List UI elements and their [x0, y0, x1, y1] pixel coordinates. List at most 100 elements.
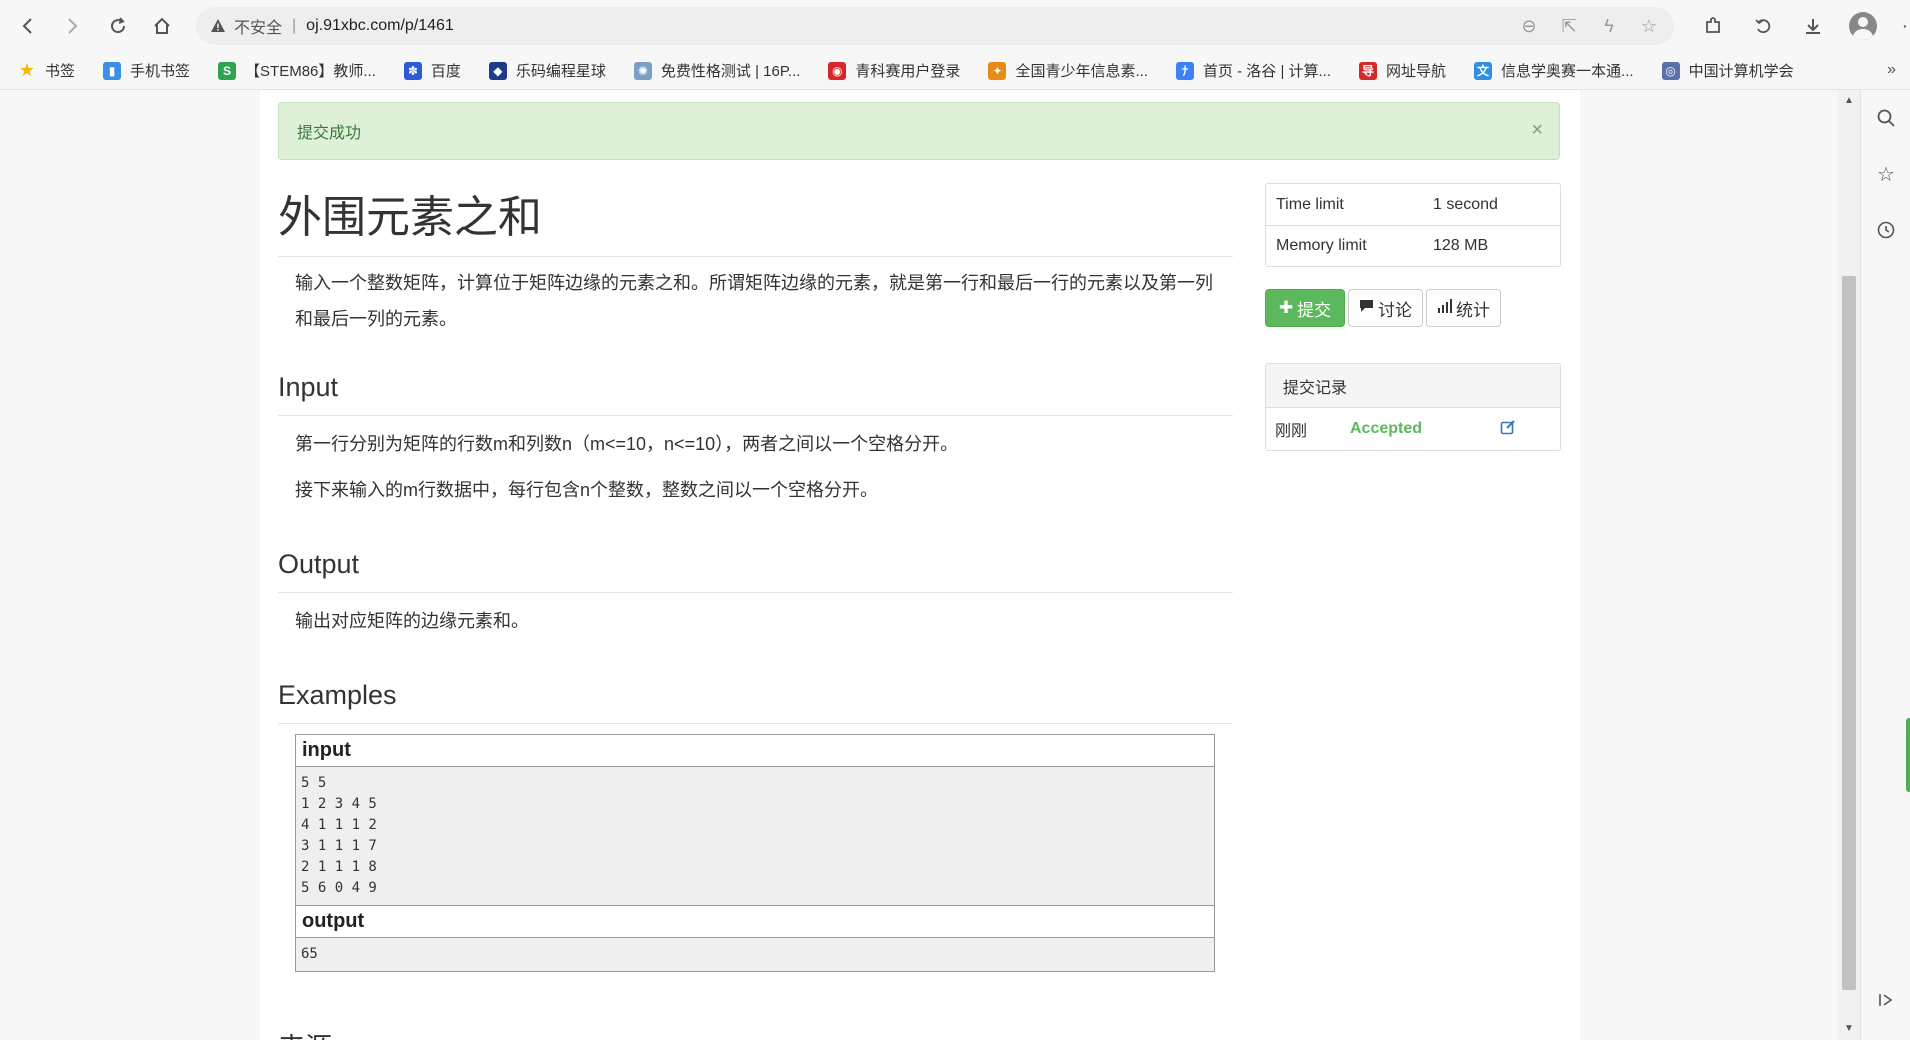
bookmark-label: 免费性格测试 | 16P... [660, 63, 801, 80]
submission-records: 提交记录 刚刚 Accepted [1265, 363, 1561, 451]
limit-value: 1 second [1433, 195, 1498, 213]
bookmark-item[interactable]: ✽ 百度 [403, 60, 461, 81]
bookmark-favicon-icon: ◉ [828, 61, 847, 80]
avatar [1849, 12, 1877, 40]
profile-avatar-icon[interactable] [1840, 4, 1886, 48]
stats-button[interactable]: 统计 [1426, 289, 1501, 327]
browser-sidebar: ☆ [1860, 90, 1910, 1040]
record-row[interactable]: 刚刚 Accepted [1266, 408, 1560, 450]
submit-button[interactable]: ✚ 提交 [1265, 289, 1345, 327]
bookmark-item[interactable]: ★ 书签 [18, 60, 75, 81]
bookmark-item[interactable]: 文信息学奥赛一本通... [1474, 60, 1634, 81]
bookmarks-bar: ★ 书签 ▮ 手机书签 S 【STEM86】教师... ✽ 百度 ◆ 乐码编程星球 ✺ 免费性格测试 … [0, 52, 1910, 90]
input-text-1: 第一行分别为矩阵的行数m和列数n（m<=10，n<=10），两者之间以一个空格分… [295, 434, 959, 454]
close-icon[interactable]: × [1531, 119, 1543, 141]
memory-limit-row: Memory limit 128 MB [1266, 225, 1560, 266]
example-box: input 5 5 1 2 3 4 5 4 1 1 1 2 3 1 1 1 7 … [295, 734, 1215, 972]
address-bar[interactable]: 不安全 | oj.91xbc.com/p/1461 ⊖ ⇱ ϟ ☆ [196, 7, 1674, 45]
limit-key: Time limit [1276, 195, 1344, 213]
collapse-sidebar-icon[interactable] [1861, 978, 1910, 1022]
examples-heading: Examples [278, 675, 1233, 724]
share-icon[interactable]: ⇱ [1558, 16, 1580, 37]
record-time: 刚刚 [1275, 423, 1308, 440]
lightning-icon[interactable]: ϟ [1598, 16, 1620, 37]
input-text-2: 接下来输入的m行数据中，每行包含n个整数，整数之间以一个空格分开。 [295, 480, 879, 500]
stats-label: 统计 [1456, 300, 1490, 320]
reload-icon[interactable] [96, 4, 140, 48]
download-icon[interactable] [1790, 4, 1836, 48]
bookmark-favicon-icon: ▮ [103, 61, 122, 80]
content-panel: 提交成功 × 外围元素之和 输入一个整数矩阵，计算位于矩阵边缘的元素之和。所谓矩… [260, 90, 1580, 1040]
bookmark-label: 乐码编程星球 [515, 63, 606, 80]
action-buttons: ✚ 提交 讨论 统计 [1265, 289, 1561, 327]
example-input-label: input [296, 735, 1214, 767]
bookmark-item[interactable]: ✺ 免费性格测试 | 16P... [633, 60, 801, 81]
bookmark-item[interactable]: ﾅ 首页 - 洛谷 | 计算... [1175, 60, 1332, 81]
bookmark-favicon-icon: ◎ [1661, 61, 1680, 80]
warning-triangle-icon[interactable] [210, 18, 226, 34]
zoom-out-icon[interactable]: ⊖ [1518, 16, 1540, 37]
clock-icon[interactable] [1861, 208, 1910, 252]
bookmark-favicon-icon: ﾅ [1175, 61, 1194, 80]
output-text: 输出对应矩阵的边缘元素和。 [295, 611, 529, 631]
bookmark-label: 中国计算机学会 [1688, 63, 1794, 80]
bookmark-item[interactable]: ✦ 全国青少年信息素... [988, 60, 1148, 81]
bookmark-favicon-icon: S [218, 61, 237, 80]
search-icon[interactable] [1861, 96, 1910, 140]
discuss-label: 讨论 [1378, 300, 1412, 320]
extensions-icon[interactable] [1690, 4, 1736, 48]
insecure-label: 不安全 [234, 20, 283, 37]
discuss-button[interactable]: 讨论 [1348, 289, 1423, 327]
bookmark-label: 首页 - 洛谷 | 计算... [1202, 63, 1332, 80]
bookmark-label: 手机书签 [130, 63, 191, 80]
bookmark-label: 【STEM86】教师... [245, 63, 376, 80]
problem-description: 输入一个整数矩阵，计算位于矩阵边缘的元素之和。所谓矩阵边缘的元素，就是第一行和最… [295, 273, 1213, 329]
side-tab-handle[interactable] [1906, 718, 1910, 792]
bookmark-favicon-icon: ✺ [633, 61, 652, 80]
bookmark-favicon-icon: ◆ [488, 61, 507, 80]
bookmarks-overflow-icon[interactable]: » [1887, 61, 1896, 79]
browser-toolbar: 不安全 | oj.91xbc.com/p/1461 ⊖ ⇱ ϟ ☆ ··· [0, 0, 1910, 52]
scroll-up-arrow-icon[interactable]: ▲ [1838, 92, 1860, 110]
edit-icon[interactable] [1500, 419, 1516, 440]
star-icon[interactable]: ☆ [1861, 152, 1910, 196]
success-alert: 提交成功 × [278, 102, 1560, 160]
bookmark-item[interactable]: ◎ 中国计算机学会 [1661, 60, 1794, 81]
example-input[interactable]: 5 5 1 2 3 4 5 4 1 1 1 2 3 1 1 1 7 2 1 1 … [296, 767, 1214, 906]
scroll-down-arrow-icon[interactable]: ▼ [1838, 1020, 1860, 1038]
record-status[interactable]: Accepted [1350, 420, 1500, 438]
bookmark-favicon-icon: ✦ [988, 61, 1007, 80]
url-text[interactable]: oj.91xbc.com/p/1461 [306, 17, 454, 35]
bookmark-label: 书签 [45, 63, 76, 80]
bookmark-item[interactable]: 导网址导航 [1359, 60, 1446, 81]
home-icon[interactable] [140, 4, 184, 48]
example-output-label: output [296, 906, 1214, 938]
bookmark-item[interactable]: ▮ 手机书签 [103, 60, 190, 81]
limits-table: Time limit 1 second Memory limit 128 MB [1265, 183, 1561, 267]
toolbar-right-actions: ··· [1690, 4, 1910, 48]
forward-arrow-icon[interactable] [50, 4, 94, 48]
history-icon[interactable] [1740, 4, 1786, 48]
bookmark-favicon-icon: ★ [18, 60, 36, 80]
example-output[interactable]: 65 [296, 938, 1214, 971]
time-limit-row: Time limit 1 second [1266, 184, 1560, 225]
star-icon[interactable]: ☆ [1638, 16, 1660, 37]
records-heading: 提交记录 [1266, 364, 1560, 408]
page-viewport: 提交成功 × 外围元素之和 输入一个整数矩阵，计算位于矩阵边缘的元素之和。所谓矩… [0, 90, 1838, 1040]
scroll-thumb[interactable] [1842, 276, 1856, 990]
limit-value: 128 MB [1433, 237, 1489, 254]
limit-key: Memory limit [1276, 237, 1367, 254]
problem-main: 外围元素之和 输入一个整数矩阵，计算位于矩阵边缘的元素之和。所谓矩阵边缘的元素，… [278, 190, 1233, 972]
page-scrollbar[interactable]: ▲ ▼ [1838, 90, 1860, 1040]
bookmark-favicon-icon: 文 [1474, 61, 1493, 80]
bookmark-favicon-icon: 导 [1359, 61, 1378, 80]
bookmark-item[interactable]: ◉ 青科赛用户登录 [828, 60, 960, 81]
back-arrow-icon[interactable] [6, 4, 50, 48]
output-heading: Output [278, 544, 1233, 593]
input-heading: Input [278, 367, 1233, 416]
bookmark-label: 全国青少年信息素... [1015, 63, 1148, 80]
bookmark-item[interactable]: S 【STEM86】教师... [218, 60, 376, 81]
menu-dots-icon[interactable]: ··· [1890, 4, 1910, 48]
bookmark-item[interactable]: ◆ 乐码编程星球 [488, 60, 606, 81]
source-heading: 来源 [278, 1026, 332, 1040]
